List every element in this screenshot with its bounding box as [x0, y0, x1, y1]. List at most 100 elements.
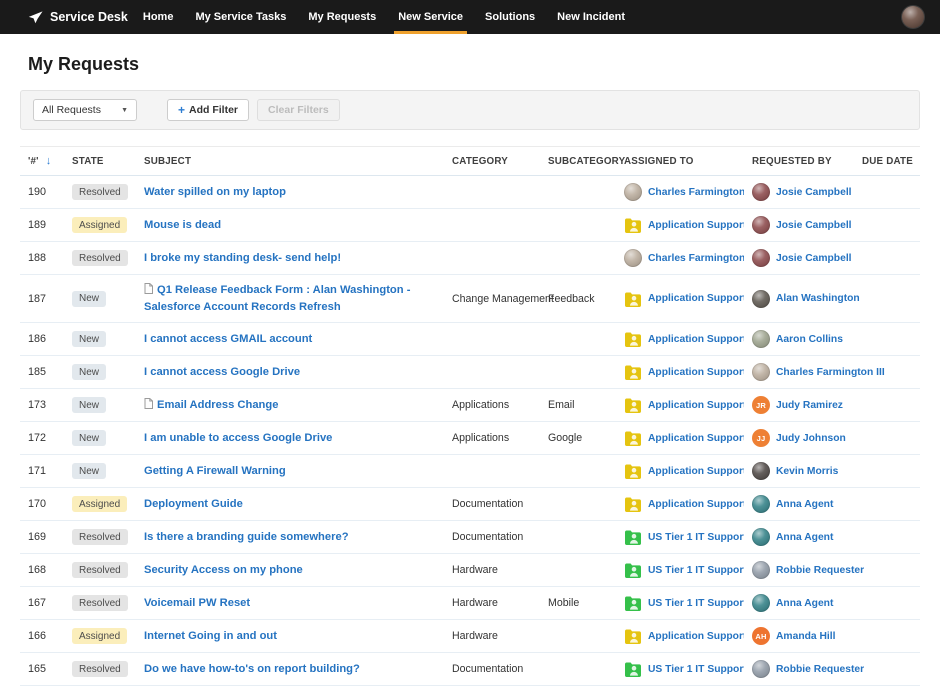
assignee-link[interactable]: Application Support	[648, 334, 744, 345]
requester-link[interactable]: Judy Johnson	[776, 433, 846, 444]
column-header-[interactable]: '#'↓	[20, 147, 64, 176]
requester-link[interactable]: Josie Campbell	[776, 220, 852, 231]
nav-item-solutions[interactable]: Solutions	[474, 0, 546, 34]
scope-select[interactable]: All Requests ▼	[33, 99, 137, 121]
request-id: 170	[20, 488, 64, 521]
column-header-requested-by[interactable]: REQUESTED BY	[744, 147, 854, 176]
subject-link[interactable]: Security Access on my phone	[144, 564, 303, 576]
assignee-link[interactable]: Application Support	[648, 433, 744, 444]
requester-link[interactable]: Judy Ramirez	[776, 400, 843, 411]
user-avatar[interactable]	[902, 6, 924, 28]
subject-link[interactable]: Voicemail PW Reset	[144, 597, 250, 609]
subject-link[interactable]: I cannot access Google Drive	[144, 366, 300, 378]
nav-item-my-service-tasks[interactable]: My Service Tasks	[184, 0, 297, 34]
assignee-link[interactable]: Application Support	[648, 631, 744, 642]
column-header-category[interactable]: CATEGORY	[444, 147, 540, 176]
photo-avatar	[752, 249, 770, 267]
subject-link[interactable]: I am unable to access Google Drive	[144, 432, 332, 444]
column-header-subcategory[interactable]: SUBCATEGORY	[540, 147, 616, 176]
requester-link[interactable]: Aaron Collins	[776, 334, 843, 345]
table-row[interactable]: 165 Resolved Do we have how-to's on repo…	[20, 653, 920, 686]
subject-link[interactable]: Do we have how-to's on report building?	[144, 663, 360, 675]
nav-item-new-incident[interactable]: New Incident	[546, 0, 636, 34]
requester-link[interactable]: Alan Washington	[776, 293, 860, 304]
subject-link[interactable]: I cannot access GMAIL account	[144, 333, 312, 345]
table-row[interactable]: 170 Assigned Deployment Guide Documentat…	[20, 488, 920, 521]
table-row[interactable]: 173 New Email Address Change Application…	[20, 389, 920, 422]
requester-link[interactable]: Josie Campbell	[776, 187, 852, 198]
column-header-due-date[interactable]: DUE DATE	[854, 147, 920, 176]
subject-link[interactable]: Deployment Guide	[144, 498, 243, 510]
assignee-link[interactable]: Application Support	[648, 367, 744, 378]
subject-link[interactable]: Getting A Firewall Warning	[144, 465, 286, 477]
photo-avatar	[752, 216, 770, 234]
table-row[interactable]: 166 Assigned Internet Going in and out H…	[20, 620, 920, 653]
subject-link[interactable]: Is there a branding guide somewhere?	[144, 531, 349, 543]
subject-link[interactable]: Email Address Change	[144, 399, 278, 411]
nav-item-my-requests[interactable]: My Requests	[297, 0, 387, 34]
scope-select-value: All Requests	[42, 104, 101, 116]
clear-filters-button[interactable]: Clear Filters	[257, 99, 340, 121]
status-badge: Assigned	[72, 628, 127, 644]
subcategory-cell	[540, 323, 616, 356]
request-id: 169	[20, 521, 64, 554]
subcategory-cell	[540, 242, 616, 275]
due-date-cell	[854, 521, 920, 554]
table-row[interactable]: 187 New Q1 Release Feedback Form : Alan …	[20, 275, 920, 323]
table-row[interactable]: 172 New I am unable to access Google Dri…	[20, 422, 920, 455]
requester-link[interactable]: Kevin Morris	[776, 466, 838, 477]
assignee-link[interactable]: Application Support	[648, 499, 744, 510]
assignee-link[interactable]: US Tier 1 IT Support	[648, 532, 744, 543]
requester-link[interactable]: Charles Farmington III	[776, 367, 885, 378]
status-badge: New	[72, 463, 106, 479]
requester-link[interactable]: Anna Agent	[776, 499, 833, 510]
add-filter-button[interactable]: + Add Filter	[167, 99, 249, 121]
table-row[interactable]: 186 New I cannot access GMAIL account Ap…	[20, 323, 920, 356]
subject-link[interactable]: Q1 Release Feedback Form : Alan Washingt…	[144, 284, 410, 313]
table-row[interactable]: 185 New I cannot access Google Drive App…	[20, 356, 920, 389]
requests-table: '#'↓STATESUBJECTCATEGORYSUBCATEGORYASSIG…	[20, 146, 920, 686]
nav-item-new-service[interactable]: New Service	[387, 0, 474, 34]
table-row[interactable]: 190 Resolved Water spilled on my laptop …	[20, 176, 920, 209]
assignee-link[interactable]: US Tier 1 IT Support	[648, 664, 744, 675]
assignee-link[interactable]: Application Support	[648, 293, 744, 304]
requester-link[interactable]: Anna Agent	[776, 532, 833, 543]
request-id: 187	[20, 275, 64, 323]
assignee-link[interactable]: Application Support	[648, 220, 744, 231]
due-date-cell	[854, 620, 920, 653]
column-header-state[interactable]: STATE	[64, 147, 136, 176]
assignee-link[interactable]: Application Support	[648, 466, 744, 477]
table-row[interactable]: 189 Assigned Mouse is dead Application S…	[20, 209, 920, 242]
assignee-link[interactable]: Charles Farmington III	[648, 187, 744, 198]
assignee-link[interactable]: US Tier 1 IT Support	[648, 598, 744, 609]
requester-link[interactable]: Anna Agent	[776, 598, 833, 609]
requester-link[interactable]: Josie Campbell	[776, 253, 852, 264]
subcategory-cell: Feedback	[540, 275, 616, 323]
table-row[interactable]: 169 Resolved Is there a branding guide s…	[20, 521, 920, 554]
assignee-link[interactable]: Charles Farmington III	[648, 253, 744, 264]
requester-link[interactable]: Robbie Requester	[776, 664, 864, 675]
due-date-cell	[854, 323, 920, 356]
column-header-subject[interactable]: SUBJECT	[136, 147, 444, 176]
subject-link[interactable]: I broke my standing desk- send help!	[144, 252, 341, 264]
status-badge: New	[72, 397, 106, 413]
subject-link[interactable]: Internet Going in and out	[144, 630, 277, 642]
assignee-link[interactable]: US Tier 1 IT Support	[648, 565, 744, 576]
column-header-assigned-to[interactable]: ASSIGNED TO	[616, 147, 744, 176]
brand-link[interactable]: Service Desk	[28, 10, 128, 24]
table-row[interactable]: 171 New Getting A Firewall Warning Appli…	[20, 455, 920, 488]
request-id: 167	[20, 587, 64, 620]
request-id: 168	[20, 554, 64, 587]
table-row[interactable]: 188 Resolved I broke my standing desk- s…	[20, 242, 920, 275]
table-row[interactable]: 168 Resolved Security Access on my phone…	[20, 554, 920, 587]
subject-link[interactable]: Water spilled on my laptop	[144, 186, 286, 198]
category-cell: Hardware	[444, 587, 540, 620]
table-row[interactable]: 167 Resolved Voicemail PW Reset Hardware…	[20, 587, 920, 620]
request-id: 188	[20, 242, 64, 275]
nav-item-home[interactable]: Home	[132, 0, 185, 34]
requester-link[interactable]: Robbie Requester	[776, 565, 864, 576]
assignee-link[interactable]: Application Support	[648, 400, 744, 411]
status-badge: New	[72, 364, 106, 380]
subject-link[interactable]: Mouse is dead	[144, 219, 221, 231]
requester-link[interactable]: Amanda Hill	[776, 631, 836, 642]
